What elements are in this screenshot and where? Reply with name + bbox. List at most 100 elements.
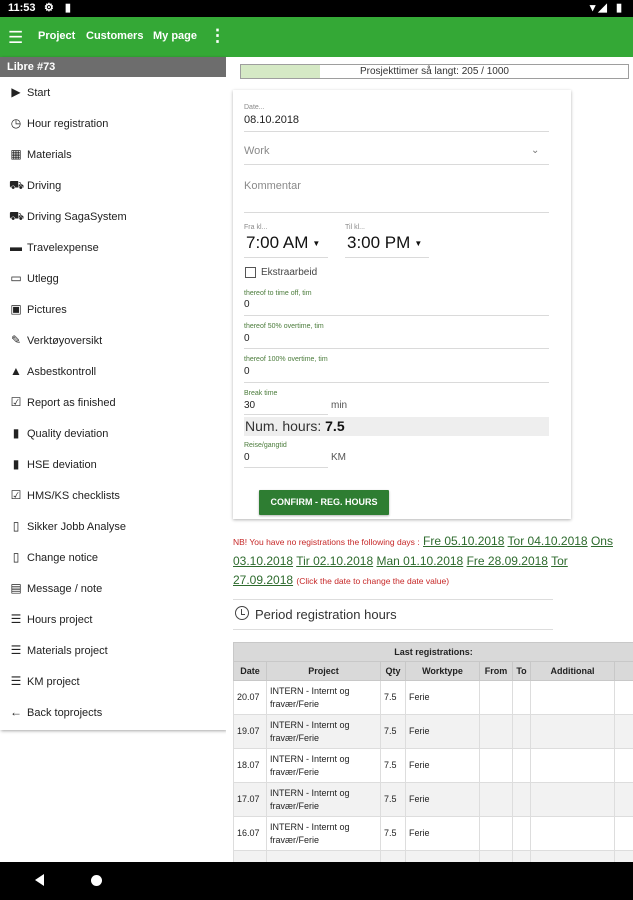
car-icon: ⛟ — [9, 178, 25, 192]
sidebar-item-label: Materials project — [27, 645, 108, 657]
travel-field[interactable]: 0 — [244, 452, 250, 463]
column-header: To — [512, 661, 531, 681]
table-cell — [479, 782, 513, 817]
sidebar-item-back-toprojects[interactable]: ← Back toprojects — [0, 698, 226, 729]
nav-my-page[interactable]: My page — [153, 30, 197, 42]
confirm-reg-hours-button[interactable]: CONFIRM - REG. HOURS — [259, 490, 389, 515]
table-cell: INTERN - Internt og fravær/Ferie — [266, 816, 381, 851]
overflow-menu-icon[interactable]: ⋮ — [209, 26, 226, 46]
date-field[interactable]: 08.10.2018 — [244, 114, 299, 126]
sidebar-item-utlegg[interactable]: ▭ Utlegg — [0, 264, 226, 295]
materials-icon: ▦ — [10, 147, 22, 161]
from-time-picker[interactable]: 7:00 AM ▼ — [246, 233, 320, 253]
table-cell — [512, 748, 531, 783]
notice-suffix: (Click the date to change the date value… — [296, 576, 450, 586]
sidebar-item-hour-registration[interactable]: ◷ Hour registration — [0, 109, 226, 140]
chevron-down-icon[interactable]: ⌄ — [531, 145, 539, 156]
sidebar-item-start[interactable]: ▶ Start — [0, 78, 226, 109]
column-header: Project — [266, 661, 381, 681]
table-cell — [479, 850, 513, 862]
period-title: Period registration hours — [255, 607, 397, 622]
missing-date-link[interactable]: Fre 28.09.2018 — [467, 554, 548, 568]
table-cell: INTERN - Internt og fravær/Ferie — [266, 680, 381, 715]
table-cell — [613, 782, 633, 817]
sidebar-item-report-as-finished[interactable]: ☑ Report as finished — [0, 388, 226, 419]
table-cell: 16.07 — [233, 816, 267, 851]
sidebar-item-hours-project[interactable]: ☰ Hours project — [0, 605, 226, 636]
break-field[interactable]: 30 — [244, 400, 255, 411]
table-cell: Ferie — [405, 680, 480, 715]
table-row[interactable]: 19.07 INTERN - Internt og fravær/Ferie 7.5… — [233, 714, 633, 749]
nav-project[interactable]: Project — [38, 30, 75, 42]
table-cell: Ferie — [405, 748, 480, 783]
sidebar-item-hse-deviation[interactable]: ▮ HSE deviation — [0, 450, 226, 481]
table-cell: INTERN - Internt og — [266, 850, 381, 862]
work-select[interactable]: Work — [244, 145, 269, 157]
timeoff-label: thereof to time off, tim — [244, 290, 312, 297]
clock-icon: ◷ — [10, 116, 22, 130]
table-cell — [530, 714, 615, 749]
sidebar-item-label: HSE deviation — [27, 459, 97, 471]
sidebar-item-label: Back toprojects — [27, 707, 103, 719]
extra-work-checkbox[interactable] — [245, 267, 256, 278]
overtime-50-field[interactable]: 0 — [244, 333, 250, 344]
sidebar-item-message-note[interactable]: ▤ Message / note — [0, 574, 226, 605]
sidebar-item-hms-ks-checklists[interactable]: ☑ HMS/KS checklists — [0, 481, 226, 512]
sidebar-item-travelexpense[interactable]: ▬ Travelexpense — [0, 233, 226, 264]
missing-date-link[interactable]: Tir 02.10.2018 — [296, 554, 373, 568]
sidebar-item-label: Asbestkontroll — [27, 366, 97, 378]
table-row[interactable]: INTERN - Internt og — [233, 850, 633, 862]
from-time-value: 7:00 AM — [246, 233, 309, 252]
table-cell — [405, 850, 480, 862]
sidebar-item-label: Quality deviation — [27, 428, 109, 440]
missing-date-link[interactable]: Tor 04.10.2018 — [508, 534, 588, 548]
sidebar-item-km-project[interactable]: ☰ KM project — [0, 667, 226, 698]
missing-date-link[interactable]: Man 01.10.2018 — [376, 554, 463, 568]
message-icon: ▤ — [10, 581, 22, 595]
column-header — [613, 661, 633, 681]
sidebar-item-materials[interactable]: ▦ Materials — [0, 140, 226, 171]
table-cell — [613, 748, 633, 783]
sidebar-item-driving-sagasystem[interactable]: ⛟ Driving SagaSystem — [0, 202, 226, 233]
clipboard-icon: ▯ — [12, 550, 20, 564]
table-row[interactable]: 16.07 INTERN - Internt og fravær/Ferie 7.5… — [233, 816, 633, 851]
table-row[interactable]: 20.07 INTERN - Internt og fravær/Ferie 7.5… — [233, 680, 633, 715]
app-bar: ☰ Project Customers My page ⋮ — [0, 17, 633, 57]
main-content: Prosjekttimer så langt: 205 / 1000 Date.… — [226, 57, 633, 862]
status-left-icons: ⚙ ▮ — [44, 2, 75, 14]
period-registration-header[interactable]: Period registration hours — [233, 599, 553, 630]
menu-icon[interactable]: ☰ — [8, 28, 23, 48]
comment-field[interactable]: Kommentar — [244, 180, 301, 192]
table-cell: INTERN - Internt og fravær/Ferie — [266, 714, 381, 749]
sidebar-item-label: Start — [27, 87, 51, 99]
missing-date-link[interactable]: Fre 05.10.2018 — [423, 534, 504, 548]
sidebar-item-pictures[interactable]: ▣ Pictures — [0, 295, 226, 326]
sidebar-item-sikker-jobb-analyse[interactable]: ▯ Sikker Jobb Analyse — [0, 512, 226, 543]
nav-customers[interactable]: Customers — [86, 30, 143, 42]
sidebar-item-change-notice[interactable]: ▯ Change notice — [0, 543, 226, 574]
table-body: 20.07 INTERN - Internt og fravær/Ferie 7.5… — [233, 680, 633, 862]
back-icon[interactable] — [35, 874, 44, 886]
from-time-label: Fra kl... — [244, 224, 268, 231]
table-cell — [530, 680, 615, 715]
table-cell — [530, 850, 615, 862]
table-cell — [512, 816, 531, 851]
travel-unit: KM — [331, 452, 346, 463]
bed-icon: ▬ — [10, 240, 22, 254]
home-icon[interactable] — [91, 875, 102, 886]
sidebar-item-quality-deviation[interactable]: ▮ Quality deviation — [0, 419, 226, 450]
sidebar-item-asbestkontroll[interactable]: ▲ Asbestkontroll — [0, 357, 226, 388]
table-cell — [613, 680, 633, 715]
timeoff-field[interactable]: 0 — [244, 299, 250, 310]
sidebar-item-verkt-yoversikt[interactable]: ✎ Verktøyoversikt — [0, 326, 226, 357]
table-cell: Ferie — [405, 782, 480, 817]
overtime-100-field[interactable]: 0 — [244, 366, 250, 377]
sidebar-item-driving[interactable]: ⛟ Driving — [0, 171, 226, 202]
table-cell: 7.5 — [380, 748, 406, 783]
sidebar-item-label: Travelexpense — [27, 242, 99, 254]
table-row[interactable]: 17.07 INTERN - Internt og fravær/Ferie 7.5… — [233, 782, 633, 817]
to-time-picker[interactable]: 3:00 PM ▼ — [347, 233, 422, 253]
table-row[interactable]: 18.07 INTERN - Internt og fravær/Ferie 7.5… — [233, 748, 633, 783]
sidebar-item-label: Driving — [27, 180, 62, 192]
sidebar-item-materials-project[interactable]: ☰ Materials project — [0, 636, 226, 667]
